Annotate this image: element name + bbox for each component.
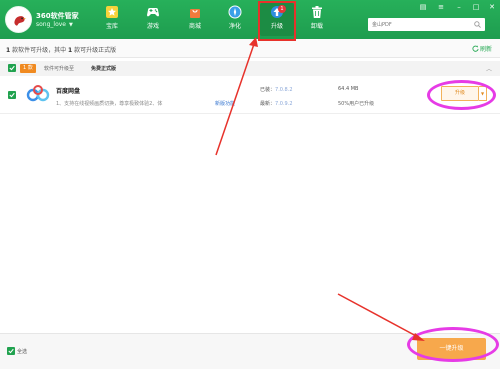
installed-label: 已装：: [260, 87, 276, 93]
checkmark-icon: [9, 65, 15, 71]
annotation-arrow-down: [337, 293, 419, 338]
nav-tab-label: 商城: [188, 23, 201, 30]
group-count-tag: 1 款: [20, 64, 36, 73]
summary-text-a: 款软件可升级，其中: [12, 47, 67, 54]
trash-icon: [312, 6, 322, 18]
nav-tab-label: 卸载: [310, 23, 323, 30]
annotation-ellipse-onekey: [407, 327, 499, 362]
nav-tab-label: 净化: [228, 23, 241, 30]
upgrade-percent: 50%用户已升级: [338, 101, 375, 107]
new-features-link[interactable]: 新版功能: [215, 100, 235, 107]
user-name-label: song_love: [36, 21, 66, 28]
summary-count-a: 1: [6, 47, 11, 54]
app-title: 360软件管家: [36, 12, 79, 20]
select-all-label[interactable]: 全选: [17, 348, 27, 355]
minimize-icon[interactable]: –: [454, 3, 464, 12]
baidu-netdisk-icon: [26, 85, 50, 102]
user-avatar[interactable]: [5, 6, 32, 33]
shopping-bag-icon: [190, 9, 200, 18]
chevron-down-icon: ▼: [69, 22, 73, 28]
maximize-icon[interactable]: □: [471, 3, 481, 12]
user-name-dropdown[interactable]: song_love ▼: [36, 21, 73, 28]
summary-count-b: 1: [68, 47, 73, 54]
nav-tab-label: 宝库: [105, 23, 118, 30]
installed-version-value: 7.0.8.2: [275, 87, 293, 93]
gamepad-icon: [147, 8, 159, 17]
compass-icon: [228, 5, 242, 19]
annotation-ellipse-upgrade: [427, 80, 496, 110]
summary-text-b: 款可升级正式版: [74, 47, 117, 54]
latest-version-value: 7.0.9.2: [275, 101, 293, 107]
software-description: 1、支持在线视频画质切换，尊享极致体验2、体: [56, 101, 163, 107]
refresh-label: 刷新: [479, 46, 492, 53]
nav-tab-label: 游戏: [146, 23, 159, 30]
group-checkbox[interactable]: [8, 64, 16, 72]
checkmark-icon: [9, 92, 15, 98]
nav-tab-purify[interactable]: 净化: [218, 3, 252, 36]
refresh-button[interactable]: 刷新: [472, 44, 492, 53]
latest-version: 最新：7.0.9.2: [260, 100, 293, 107]
software-checkbox[interactable]: [8, 91, 16, 99]
checkmark-icon: [8, 348, 14, 354]
annotation-highlight-box: [258, 1, 296, 41]
group-header: 1 款 软件可升级至 免费正式版 ︿: [0, 61, 500, 76]
nav-tab-games[interactable]: 游戏: [136, 3, 170, 36]
search-box[interactable]: [368, 18, 485, 31]
close-icon[interactable]: ✕: [487, 3, 497, 12]
nav-tab-store[interactable]: 商城: [178, 3, 212, 36]
menu-icon[interactable]: ≡: [436, 3, 446, 12]
installed-version: 已装：7.0.8.2: [260, 86, 293, 93]
software-row: 百度网盘 1、支持在线视频画质切换，尊享极致体验2、体 新版功能 已装：7.0.…: [0, 78, 500, 114]
title-bar: 360软件管家 song_love ▼ 宝库 游戏 商城 净化 1 升级 卸载 …: [0, 0, 500, 39]
software-name: 百度网盘: [56, 88, 81, 95]
software-size: 64.4 MB: [338, 86, 359, 92]
summary-text: 1 款软件可升级，其中 1 款可升级正式版: [6, 45, 116, 54]
upgrade-summary-bar: 1 款软件可升级，其中 1 款可升级正式版 刷新: [0, 39, 500, 58]
skin-icon[interactable]: ▤: [418, 3, 428, 12]
latest-label: 最新：: [260, 101, 276, 107]
select-all-checkbox[interactable]: [7, 347, 15, 355]
group-label: 软件可升级至: [44, 66, 75, 72]
refresh-icon: [472, 45, 479, 52]
avatar-bird-icon: [14, 16, 27, 26]
group-label-bold: 免费正式版: [91, 66, 117, 72]
search-icon[interactable]: [474, 21, 481, 28]
nav-tab-uninstall[interactable]: 卸载: [300, 3, 334, 36]
search-input[interactable]: [368, 18, 468, 31]
nav-tab-treasure[interactable]: 宝库: [95, 3, 129, 36]
chevron-up-icon[interactable]: ︿: [486, 64, 492, 73]
star-icon: [106, 6, 118, 18]
